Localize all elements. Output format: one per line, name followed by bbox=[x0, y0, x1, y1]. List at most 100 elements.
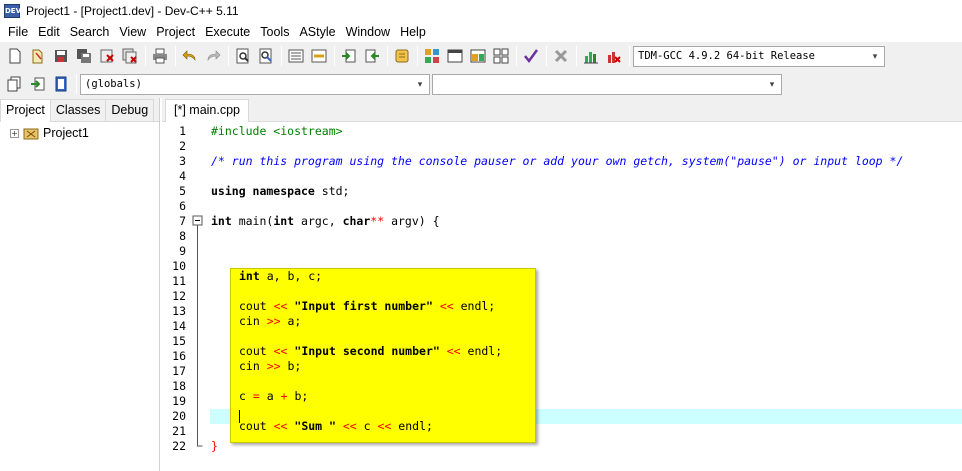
open-file-button[interactable] bbox=[27, 45, 49, 67]
symbol-select[interactable]: ▾ bbox=[432, 73, 782, 95]
find-button[interactable] bbox=[232, 45, 254, 67]
line-number: 6 bbox=[179, 199, 186, 213]
unindent-button[interactable] bbox=[308, 45, 330, 67]
fold-line bbox=[197, 424, 198, 439]
redo-button[interactable] bbox=[202, 45, 224, 67]
unindent-icon bbox=[311, 49, 327, 63]
menu-help[interactable]: Help bbox=[395, 22, 431, 42]
menu-edit[interactable]: Edit bbox=[33, 22, 65, 42]
toolbar-separator bbox=[175, 46, 176, 66]
print-button[interactable] bbox=[149, 45, 171, 67]
chevron-down-icon: ▾ bbox=[872, 51, 878, 62]
fold-line bbox=[197, 304, 198, 319]
menu-view[interactable]: View bbox=[114, 22, 151, 42]
menu-tools[interactable]: Tools bbox=[255, 22, 294, 42]
line-number: 5 bbox=[179, 184, 186, 198]
tab-debug[interactable]: Debug bbox=[105, 99, 155, 121]
code-line: cout << "Input second number" << endl; bbox=[239, 344, 503, 358]
checkmark-icon bbox=[524, 49, 539, 64]
close-file-button[interactable] bbox=[96, 45, 118, 67]
scope-select[interactable]: (globals) ▾ bbox=[80, 73, 430, 95]
tiles-button[interactable] bbox=[490, 45, 512, 67]
fold-line bbox=[197, 394, 198, 409]
save-button[interactable] bbox=[50, 45, 72, 67]
close-all-button[interactable] bbox=[119, 45, 141, 67]
tab-project[interactable]: Project bbox=[0, 99, 51, 122]
menu-search[interactable]: Search bbox=[65, 22, 115, 42]
code-line: cin >> a; bbox=[239, 314, 302, 328]
toolbar-separator bbox=[281, 46, 282, 66]
fold-line bbox=[197, 334, 198, 349]
highlighted-code-block: int a, b, c; cout << "Input first number… bbox=[230, 268, 536, 443]
profile-button[interactable] bbox=[603, 45, 625, 67]
project-tree-item[interactable]: + Project1 bbox=[0, 122, 159, 140]
toolbar-separator bbox=[576, 46, 577, 66]
menu-project[interactable]: Project bbox=[151, 22, 200, 42]
toggle-panel-button[interactable] bbox=[50, 73, 72, 95]
save-all-icon bbox=[77, 49, 91, 63]
save-all-button[interactable] bbox=[73, 45, 95, 67]
tab-classes[interactable]: Classes bbox=[49, 99, 107, 121]
title-bar: DEV Project1 - [Project1.dev] - Dev-C++ … bbox=[0, 0, 962, 22]
line-number: 1 bbox=[179, 124, 186, 138]
code-line: cin >> b; bbox=[239, 359, 302, 373]
compiler-select[interactable]: TDM-GCC 4.9.2 64-bit Release ▾ bbox=[633, 45, 885, 67]
panel-icon bbox=[55, 76, 67, 92]
fold-line bbox=[197, 379, 198, 394]
fold-line bbox=[197, 229, 198, 244]
tree-expander[interactable]: + bbox=[10, 128, 19, 138]
line-number: 17 bbox=[172, 364, 186, 378]
layout-button[interactable] bbox=[467, 45, 489, 67]
toolbar-separator bbox=[145, 46, 146, 66]
line-number: 14 bbox=[172, 319, 186, 333]
insert-button[interactable] bbox=[27, 73, 49, 95]
code-line: c = a + b; bbox=[239, 389, 309, 403]
toggle-bookmark-button[interactable] bbox=[391, 45, 413, 67]
line-number: 11 bbox=[172, 274, 186, 288]
toolbar-separator bbox=[546, 46, 547, 66]
editor-area: [*] main.cpp 1 #include <iostream> 2 3 /* … bbox=[162, 98, 962, 471]
code-line: int a, b, c; bbox=[239, 269, 323, 283]
chart-button[interactable] bbox=[580, 45, 602, 67]
open-file-icon bbox=[32, 49, 43, 64]
menu-astyle[interactable]: AStyle bbox=[294, 22, 340, 42]
line-number: 18 bbox=[172, 379, 186, 393]
menu-execute[interactable]: Execute bbox=[200, 22, 255, 42]
goto-next-button[interactable] bbox=[338, 45, 360, 67]
fold-minus-icon[interactable] bbox=[192, 214, 204, 229]
code-line: #include <iostream> bbox=[211, 124, 343, 138]
goto-prev-icon bbox=[365, 49, 379, 63]
check-syntax-button[interactable] bbox=[520, 45, 542, 67]
menu-file[interactable]: File bbox=[3, 22, 33, 42]
text-caret bbox=[239, 410, 240, 423]
find-icon bbox=[236, 48, 249, 64]
close-all-icon bbox=[122, 48, 137, 64]
fold-line bbox=[197, 259, 198, 274]
redo-icon bbox=[207, 50, 221, 61]
chevron-down-icon: ▾ bbox=[769, 79, 775, 90]
goto-next-icon bbox=[342, 49, 356, 63]
goto-prev-button[interactable] bbox=[361, 45, 383, 67]
new-class-button[interactable] bbox=[4, 73, 26, 95]
line-number: 21 bbox=[172, 424, 186, 438]
line-number: 16 bbox=[172, 349, 186, 363]
undo-button[interactable] bbox=[179, 45, 201, 67]
replace-icon bbox=[259, 48, 272, 64]
bookmark-icon bbox=[395, 49, 409, 63]
tile-view-button[interactable] bbox=[421, 45, 443, 67]
toolbar-separator bbox=[334, 46, 335, 66]
fold-line bbox=[197, 364, 198, 379]
tab-main-cpp[interactable]: [*] main.cpp bbox=[165, 99, 250, 122]
indent-button[interactable] bbox=[285, 45, 307, 67]
new-file-button[interactable] bbox=[4, 45, 26, 67]
secondary-toolbar: (globals) ▾ ▾ bbox=[0, 70, 962, 98]
print-icon bbox=[153, 48, 167, 64]
replace-button[interactable] bbox=[255, 45, 277, 67]
fold-line bbox=[197, 244, 198, 259]
window-button[interactable] bbox=[444, 45, 466, 67]
code-editor[interactable]: 1 #include <iostream> 2 3 /* run this prog… bbox=[162, 124, 962, 471]
line-number: 2 bbox=[179, 139, 186, 153]
fold-line bbox=[197, 409, 198, 424]
menu-window[interactable]: Window bbox=[341, 22, 395, 42]
delete-button[interactable] bbox=[550, 45, 572, 67]
